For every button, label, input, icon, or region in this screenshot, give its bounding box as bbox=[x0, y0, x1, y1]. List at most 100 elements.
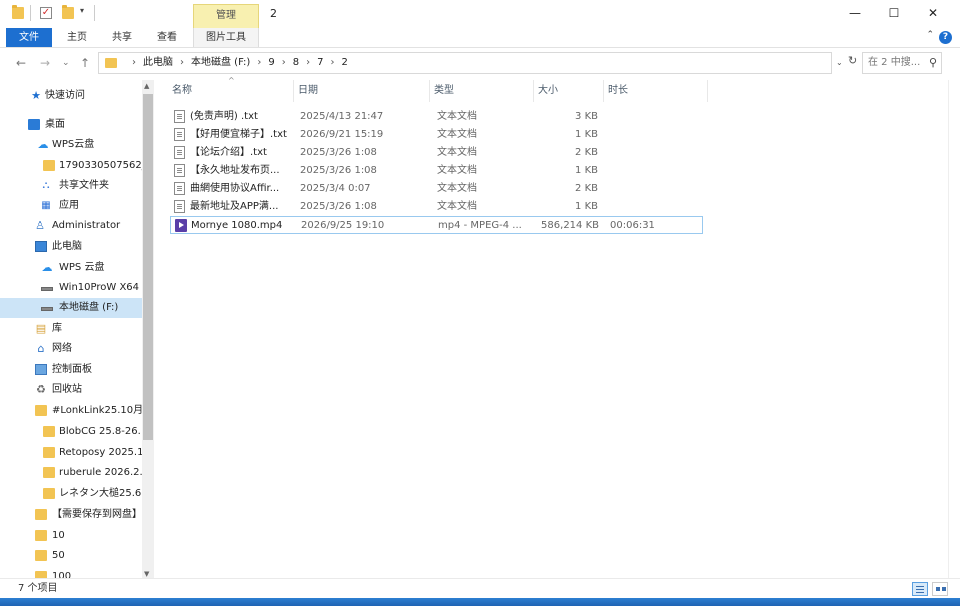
file-name: 最新地址及APP满... bbox=[190, 201, 279, 212]
file-date: 2025/3/26 1:08 bbox=[300, 165, 377, 176]
expand-ribbon-icon[interactable]: ⌃ bbox=[926, 30, 934, 40]
sidebar-item-libraries[interactable]: ▤ 库 bbox=[0, 319, 142, 339]
details-view-icon[interactable] bbox=[912, 582, 928, 596]
nav-pane-scrollbar[interactable]: ▲ ▼ bbox=[142, 80, 154, 580]
tab-file[interactable]: 文件 bbox=[6, 28, 52, 47]
sidebar-item-quick-access[interactable]: ★ 快速访问 bbox=[0, 86, 142, 106]
close-button[interactable]: ✕ bbox=[918, 3, 948, 23]
desktop-icon bbox=[28, 119, 40, 130]
table-row[interactable]: 【好用便宜梯子】.txt 2026/9/21 15:19 文本文档 1 KB bbox=[170, 126, 703, 144]
folder-icon bbox=[35, 509, 47, 520]
new-folder-icon[interactable] bbox=[62, 5, 74, 19]
back-arrow-icon[interactable]: ← bbox=[16, 56, 26, 70]
properties-icon[interactable]: ✓ bbox=[40, 7, 52, 19]
folder-icon bbox=[35, 530, 47, 541]
column-type[interactable]: 类型 bbox=[430, 80, 534, 102]
recent-locations-icon[interactable]: ⌄ bbox=[62, 56, 70, 70]
forward-arrow-icon[interactable]: → bbox=[40, 56, 50, 70]
table-row[interactable]: Mornye 1080.mp4 2026/9/25 19:10 mp4 - MP… bbox=[170, 216, 703, 234]
sidebar-item-drive-f[interactable]: 本地磁盘 (F:) bbox=[0, 298, 142, 318]
sidebar-item-administrator[interactable]: ♙ Administrator bbox=[0, 216, 142, 236]
table-row[interactable]: (免责声明) .txt 2025/4/13 21:47 文本文档 3 KB bbox=[170, 108, 703, 126]
text-file-icon bbox=[174, 200, 185, 213]
table-row[interactable]: 曲網使用协议Affir... 2025/3/4 0:07 文本文档 2 KB bbox=[170, 180, 703, 198]
file-type: 文本文档 bbox=[437, 147, 477, 158]
sidebar-item-folder[interactable]: 10 bbox=[0, 526, 142, 546]
text-file-icon bbox=[174, 146, 185, 159]
user-icon: ♙ bbox=[35, 219, 45, 232]
breadcrumb-item[interactable]: 8 bbox=[293, 57, 299, 68]
file-date: 2025/4/13 21:47 bbox=[300, 111, 384, 122]
sidebar-item-folder[interactable]: レネタン大槌25.6 bbox=[0, 484, 142, 504]
text-file-icon bbox=[174, 128, 185, 141]
sidebar-item-folder[interactable]: Retoposy 2025.1 bbox=[0, 443, 142, 463]
column-name[interactable]: 名称 bbox=[168, 80, 294, 102]
sidebar-item-folder[interactable]: BlobCG 25.8-26. bbox=[0, 422, 142, 442]
content-scrollbar[interactable] bbox=[948, 80, 960, 580]
scroll-down-icon[interactable]: ▼ bbox=[144, 570, 149, 578]
file-duration: 00:06:31 bbox=[610, 220, 655, 231]
chevron-down-icon[interactable]: ⌄ bbox=[836, 58, 843, 67]
sidebar-item-this-pc[interactable]: 此电脑 bbox=[0, 237, 142, 257]
breadcrumb-item[interactable]: 7 bbox=[317, 57, 323, 68]
cloud-icon: ☁ bbox=[37, 138, 49, 151]
sidebar-item-recycle-bin[interactable]: ♻ 回收站 bbox=[0, 380, 142, 400]
breadcrumb-item[interactable]: 本地磁盘 (F:) bbox=[191, 57, 250, 68]
sidebar-item-shared-folder[interactable]: ⛬ 共享文件夹 bbox=[0, 176, 142, 196]
sidebar-item-folder[interactable]: 1790330507562_ bbox=[0, 156, 142, 176]
tab-view[interactable]: 查看 bbox=[150, 28, 184, 47]
manage-tab[interactable]: 管理 bbox=[193, 4, 259, 28]
sidebar-item-wps-cloud[interactable]: ☁ WPS云盘 bbox=[0, 135, 142, 155]
scrollbar-thumb[interactable] bbox=[143, 94, 153, 440]
table-row[interactable]: 【论坛介绍】.txt 2025/3/26 1:08 文本文档 2 KB bbox=[170, 144, 703, 162]
sidebar-item-network[interactable]: ⌂ 网络 bbox=[0, 339, 142, 359]
folder-icon[interactable] bbox=[12, 5, 24, 19]
search-input[interactable]: 在 2 中搜... ⚲ bbox=[862, 52, 942, 74]
large-icons-view-icon[interactable] bbox=[932, 582, 948, 596]
maximize-button[interactable]: ☐ bbox=[879, 3, 909, 23]
minimize-button[interactable]: — bbox=[840, 3, 870, 23]
file-size: 1 KB bbox=[575, 129, 598, 140]
sidebar-item-folder[interactable]: 【需要保存到网盘】 bbox=[0, 505, 142, 525]
column-duration[interactable]: 时长 bbox=[604, 80, 708, 102]
tab-home[interactable]: 主页 bbox=[60, 28, 94, 47]
file-size: 1 KB bbox=[575, 165, 598, 176]
address-bar[interactable]: › 此电脑 › 本地磁盘 (F:) › 9 › 8 › 7 › 2 bbox=[98, 52, 832, 74]
folder-icon bbox=[43, 488, 55, 499]
customize-quick-access-icon[interactable]: ▾ bbox=[80, 6, 84, 15]
table-row[interactable]: 【永久地址发布页... 2025/3/26 1:08 文本文档 1 KB bbox=[170, 162, 703, 180]
tab-share[interactable]: 共享 bbox=[105, 28, 139, 47]
sidebar-item-control-panel[interactable]: 控制面板 bbox=[0, 360, 142, 380]
sidebar-item-drive-c[interactable]: Win10ProW X64 bbox=[0, 278, 142, 298]
file-type: 文本文档 bbox=[437, 183, 477, 194]
drive-icon bbox=[41, 287, 53, 291]
folder-icon bbox=[35, 550, 47, 561]
search-icon: ⚲ bbox=[928, 56, 937, 69]
up-arrow-icon[interactable]: ↑ bbox=[80, 56, 90, 70]
sidebar-item-folder[interactable]: 50 bbox=[0, 546, 142, 566]
breadcrumb-item[interactable]: 2 bbox=[341, 57, 347, 68]
share-icon: ⛬ bbox=[42, 180, 50, 191]
tab-picture-tools[interactable]: 图片工具 bbox=[193, 28, 259, 47]
breadcrumb-item[interactable]: 9 bbox=[268, 57, 274, 68]
sidebar-item-apps[interactable]: ▦ 应用 bbox=[0, 196, 142, 216]
sidebar-item-desktop[interactable]: 桌面 bbox=[0, 115, 142, 135]
help-icon[interactable]: ? bbox=[939, 31, 952, 44]
column-date[interactable]: 日期 bbox=[294, 80, 430, 102]
table-row[interactable]: 最新地址及APP满... 2025/3/26 1:08 文本文档 1 KB bbox=[170, 198, 703, 216]
scroll-up-icon[interactable]: ▲ bbox=[144, 82, 149, 90]
chevron-right-icon: › bbox=[180, 57, 184, 68]
file-name: 【好用便宜梯子】.txt bbox=[190, 129, 287, 140]
sidebar-item-folder[interactable]: ruberule 2026.2. bbox=[0, 463, 142, 483]
file-date: 2026/9/21 15:19 bbox=[300, 129, 384, 140]
sidebar-item-folder[interactable]: #LonkLink25.10月 bbox=[0, 401, 142, 421]
column-size[interactable]: 大小 bbox=[534, 80, 604, 102]
breadcrumb-item[interactable]: 此电脑 bbox=[143, 57, 173, 68]
text-file-icon bbox=[174, 110, 185, 123]
search-placeholder: 在 2 中搜... bbox=[868, 57, 921, 68]
sidebar-item-wps-cloud-pc[interactable]: ☁ WPS 云盘 bbox=[0, 258, 142, 278]
cloud-icon: ☁ bbox=[41, 261, 53, 274]
library-icon: ▤ bbox=[35, 322, 47, 335]
title-bar: ✓ ▾ 管理 2 — ☐ ✕ bbox=[0, 0, 960, 28]
folder-icon bbox=[43, 467, 55, 478]
